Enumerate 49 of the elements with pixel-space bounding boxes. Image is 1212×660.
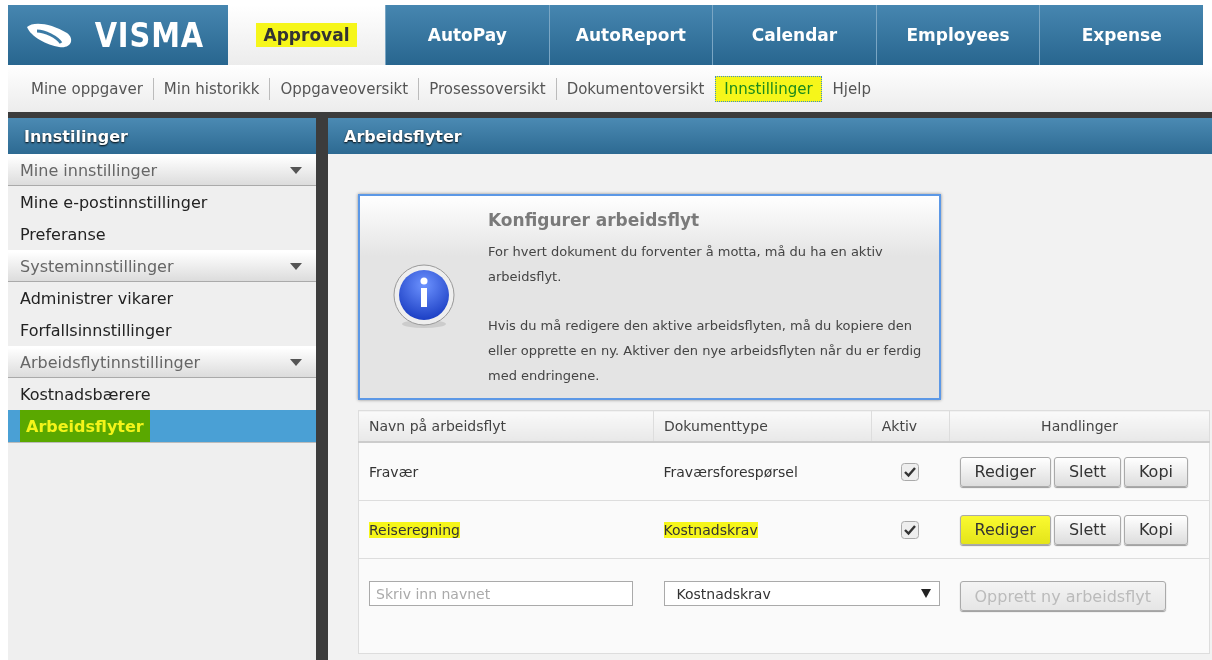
- info-text: For hvert dokument du forventer å motta, må du ha en aktiv arbeidsflyt.: [488, 243, 884, 286]
- panel-header: Arbeidsflyter: [328, 118, 1212, 154]
- workflow-name: Reiseregning: [369, 521, 460, 538]
- tab[interactable]: Expense: [1039, 5, 1203, 65]
- sidebar-item[interactable]: Kostnadsbærere: [8, 378, 316, 410]
- caret-icon: [290, 359, 302, 366]
- tab[interactable]: Calendar: [712, 5, 876, 65]
- nav-link[interactable]: Prosessoversikt: [420, 75, 555, 102]
- logo: VISMA: [8, 5, 228, 65]
- workflow-name: Fravær: [369, 463, 419, 480]
- nav-link[interactable]: Innstillinger: [715, 75, 822, 102]
- nav-link[interactable]: Hjelp: [823, 75, 880, 102]
- info-title: Konfigurer arbeidsflyt: [488, 210, 701, 230]
- dropdown-arrow-icon: [920, 589, 931, 598]
- section-header[interactable]: Systeminnstillinger: [8, 250, 316, 282]
- action-button[interactable]: Kopi: [1123, 514, 1188, 545]
- document-type: Kostnadskrav: [663, 521, 758, 538]
- sidebar-item[interactable]: Preferanse: [8, 218, 316, 250]
- action-button[interactable]: Slett: [1053, 514, 1121, 545]
- info-text: Hvis du må redigere den aktive arbeidsflyten, må du kopiere den eller opprette en ny. Aktiver den nye arbeidsflyten når du er ferdig med endringene.: [488, 317, 923, 385]
- checkbox[interactable]: [901, 520, 920, 539]
- nav-link[interactable]: Dokumentoversikt: [557, 75, 714, 102]
- section-header[interactable]: Arbeidsflytinnstillinger: [8, 346, 316, 378]
- section-header[interactable]: Mine innstillinger: [8, 154, 316, 186]
- caret-icon: [290, 167, 302, 174]
- column-header: Aktiv: [871, 410, 950, 442]
- caret-icon: [290, 263, 302, 270]
- action-button[interactable]: Kopi: [1123, 456, 1188, 487]
- nav-link[interactable]: Min historikk: [154, 75, 269, 102]
- action-button[interactable]: Slett: [1053, 456, 1121, 487]
- sidebar-item[interactable]: Mine e-postinnstillinger: [8, 186, 316, 218]
- action-button[interactable]: Rediger: [959, 514, 1051, 545]
- action-button[interactable]: Rediger: [959, 456, 1051, 487]
- tab[interactable]: AutoReport: [548, 5, 713, 65]
- nav-link[interactable]: Oppgaveoversikt: [271, 75, 418, 102]
- column-header: Navn på arbeidsflyt: [358, 410, 654, 442]
- sidebar-item[interactable]: Administrer vikarer: [8, 282, 316, 314]
- checkbox[interactable]: [901, 462, 920, 481]
- document-type: Fraværsforespørsel: [663, 463, 798, 480]
- info-icon: [393, 264, 455, 330]
- tab[interactable]: AutoPay: [385, 5, 549, 65]
- tab[interactable]: Employees: [875, 5, 1040, 65]
- column-header: Handlinger: [949, 410, 1210, 442]
- column-header: Dokumenttype: [653, 410, 872, 442]
- document-type-select[interactable]: Kostnadskrav: [663, 581, 940, 606]
- sidebar-item[interactable]: Forfallsinnstillinger: [8, 314, 316, 346]
- sidebar-header: Innstilinger: [8, 118, 316, 154]
- nav-link[interactable]: Mine oppgaver: [22, 75, 152, 102]
- name-input[interactable]: Skriv inn navnet: [369, 581, 633, 606]
